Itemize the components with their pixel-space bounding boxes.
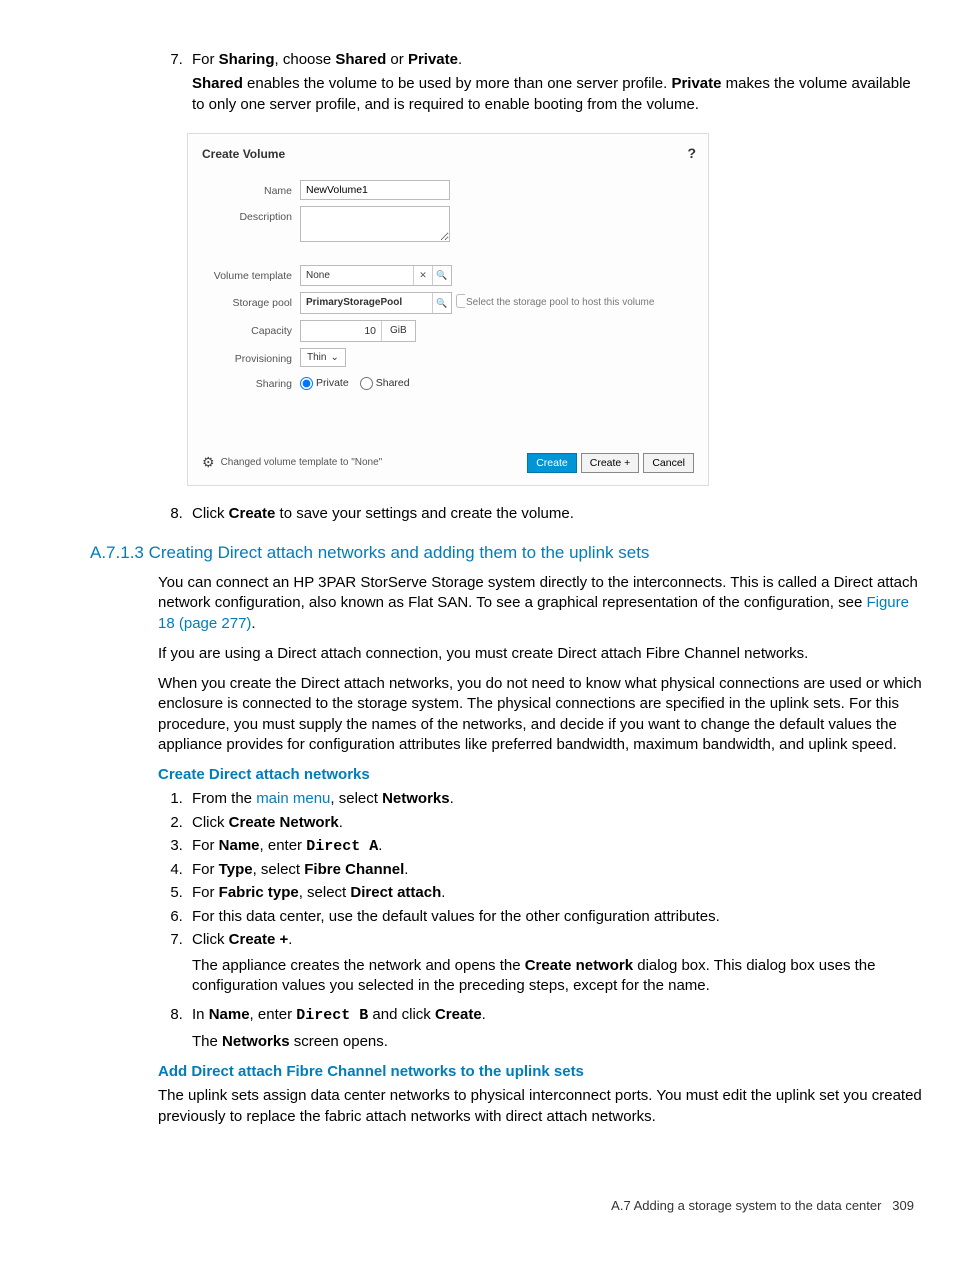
page-footer: A.7 Adding a storage system to the data … xyxy=(90,1197,924,1215)
create-plus-button[interactable]: Create + xyxy=(581,453,640,473)
subhead-add-uplink: Add Direct attach Fibre Channel networks… xyxy=(158,1062,924,1082)
label-description: Description xyxy=(202,206,300,224)
label-volume-template: Volume template xyxy=(202,265,300,283)
label-provisioning: Provisioning xyxy=(202,348,300,366)
section-p4: The uplink sets assign data center netwo… xyxy=(158,1086,924,1127)
ol1-item8: In Name, enter Direct B and click Create… xyxy=(187,1005,924,1053)
clear-icon[interactable]: ✕ xyxy=(413,266,432,286)
step-7: For Sharing, choose Shared or Private. S… xyxy=(187,50,924,115)
help-icon[interactable]: ? xyxy=(687,144,696,163)
ol1-item4: For Type, select Fibre Channel. xyxy=(187,860,924,880)
sharing-private-radio[interactable]: Private xyxy=(300,376,349,390)
step-8: Click Create to save your settings and c… xyxy=(187,504,924,524)
section-p3: When you create the Direct attach networ… xyxy=(158,674,924,755)
ol1-item5: For Fabric type, select Direct attach. xyxy=(187,883,924,903)
section-heading: A.7.1.3 Creating Direct attach networks … xyxy=(90,542,924,565)
label-sharing: Sharing xyxy=(202,373,300,391)
capacity-input[interactable]: 10 GiB xyxy=(300,320,416,342)
name-input[interactable] xyxy=(300,180,450,200)
ol1-item2: Click Create Network. xyxy=(187,813,924,833)
ol1-item7: Click Create +. The appliance creates th… xyxy=(187,930,924,997)
subhead-create-networks: Create Direct attach networks xyxy=(158,765,924,785)
label-capacity: Capacity xyxy=(202,320,300,338)
provisioning-select[interactable]: Thin ⌄ xyxy=(300,348,346,368)
volume-template-select[interactable]: None ✕ 🔍 xyxy=(300,265,452,287)
cancel-button[interactable]: Cancel xyxy=(643,453,694,473)
label-name: Name xyxy=(202,180,300,198)
create-button[interactable]: Create xyxy=(527,453,577,473)
ol1-item3: For Name, enter Direct A. xyxy=(187,836,924,857)
dialog-title: Create Volume xyxy=(188,134,708,180)
step7-detail: Shared enables the volume to be used by … xyxy=(192,74,924,115)
gear-icon: ⚙ xyxy=(202,453,215,472)
create-volume-dialog: Create Volume ? Name Description Volume … xyxy=(187,133,709,486)
search-icon[interactable]: 🔍 xyxy=(432,293,451,313)
section-p2: If you are using a Direct attach connect… xyxy=(158,644,924,664)
ol1-item6: For this data center, use the default va… xyxy=(187,907,924,927)
ol1-item1: From the main menu, select Networks. xyxy=(187,789,924,809)
main-menu-link[interactable]: main menu xyxy=(256,790,330,807)
sharing-shared-radio[interactable]: Shared xyxy=(360,376,410,390)
description-input[interactable] xyxy=(300,206,450,242)
status-text: Changed volume template to "None" xyxy=(221,456,383,470)
label-storage-pool: Storage pool xyxy=(202,292,300,310)
storage-pool-hint: Select the storage pool to host this vol… xyxy=(466,292,654,310)
chevron-down-icon: ⌄ xyxy=(330,351,338,365)
section-p1: You can connect an HP 3PAR StorServe Sto… xyxy=(158,573,924,634)
search-icon[interactable]: 🔍 xyxy=(432,266,451,286)
storage-pool-select[interactable]: PrimaryStoragePool 🔍 xyxy=(300,292,452,314)
step7-text: For Sharing, choose Shared or Private. xyxy=(192,51,462,68)
